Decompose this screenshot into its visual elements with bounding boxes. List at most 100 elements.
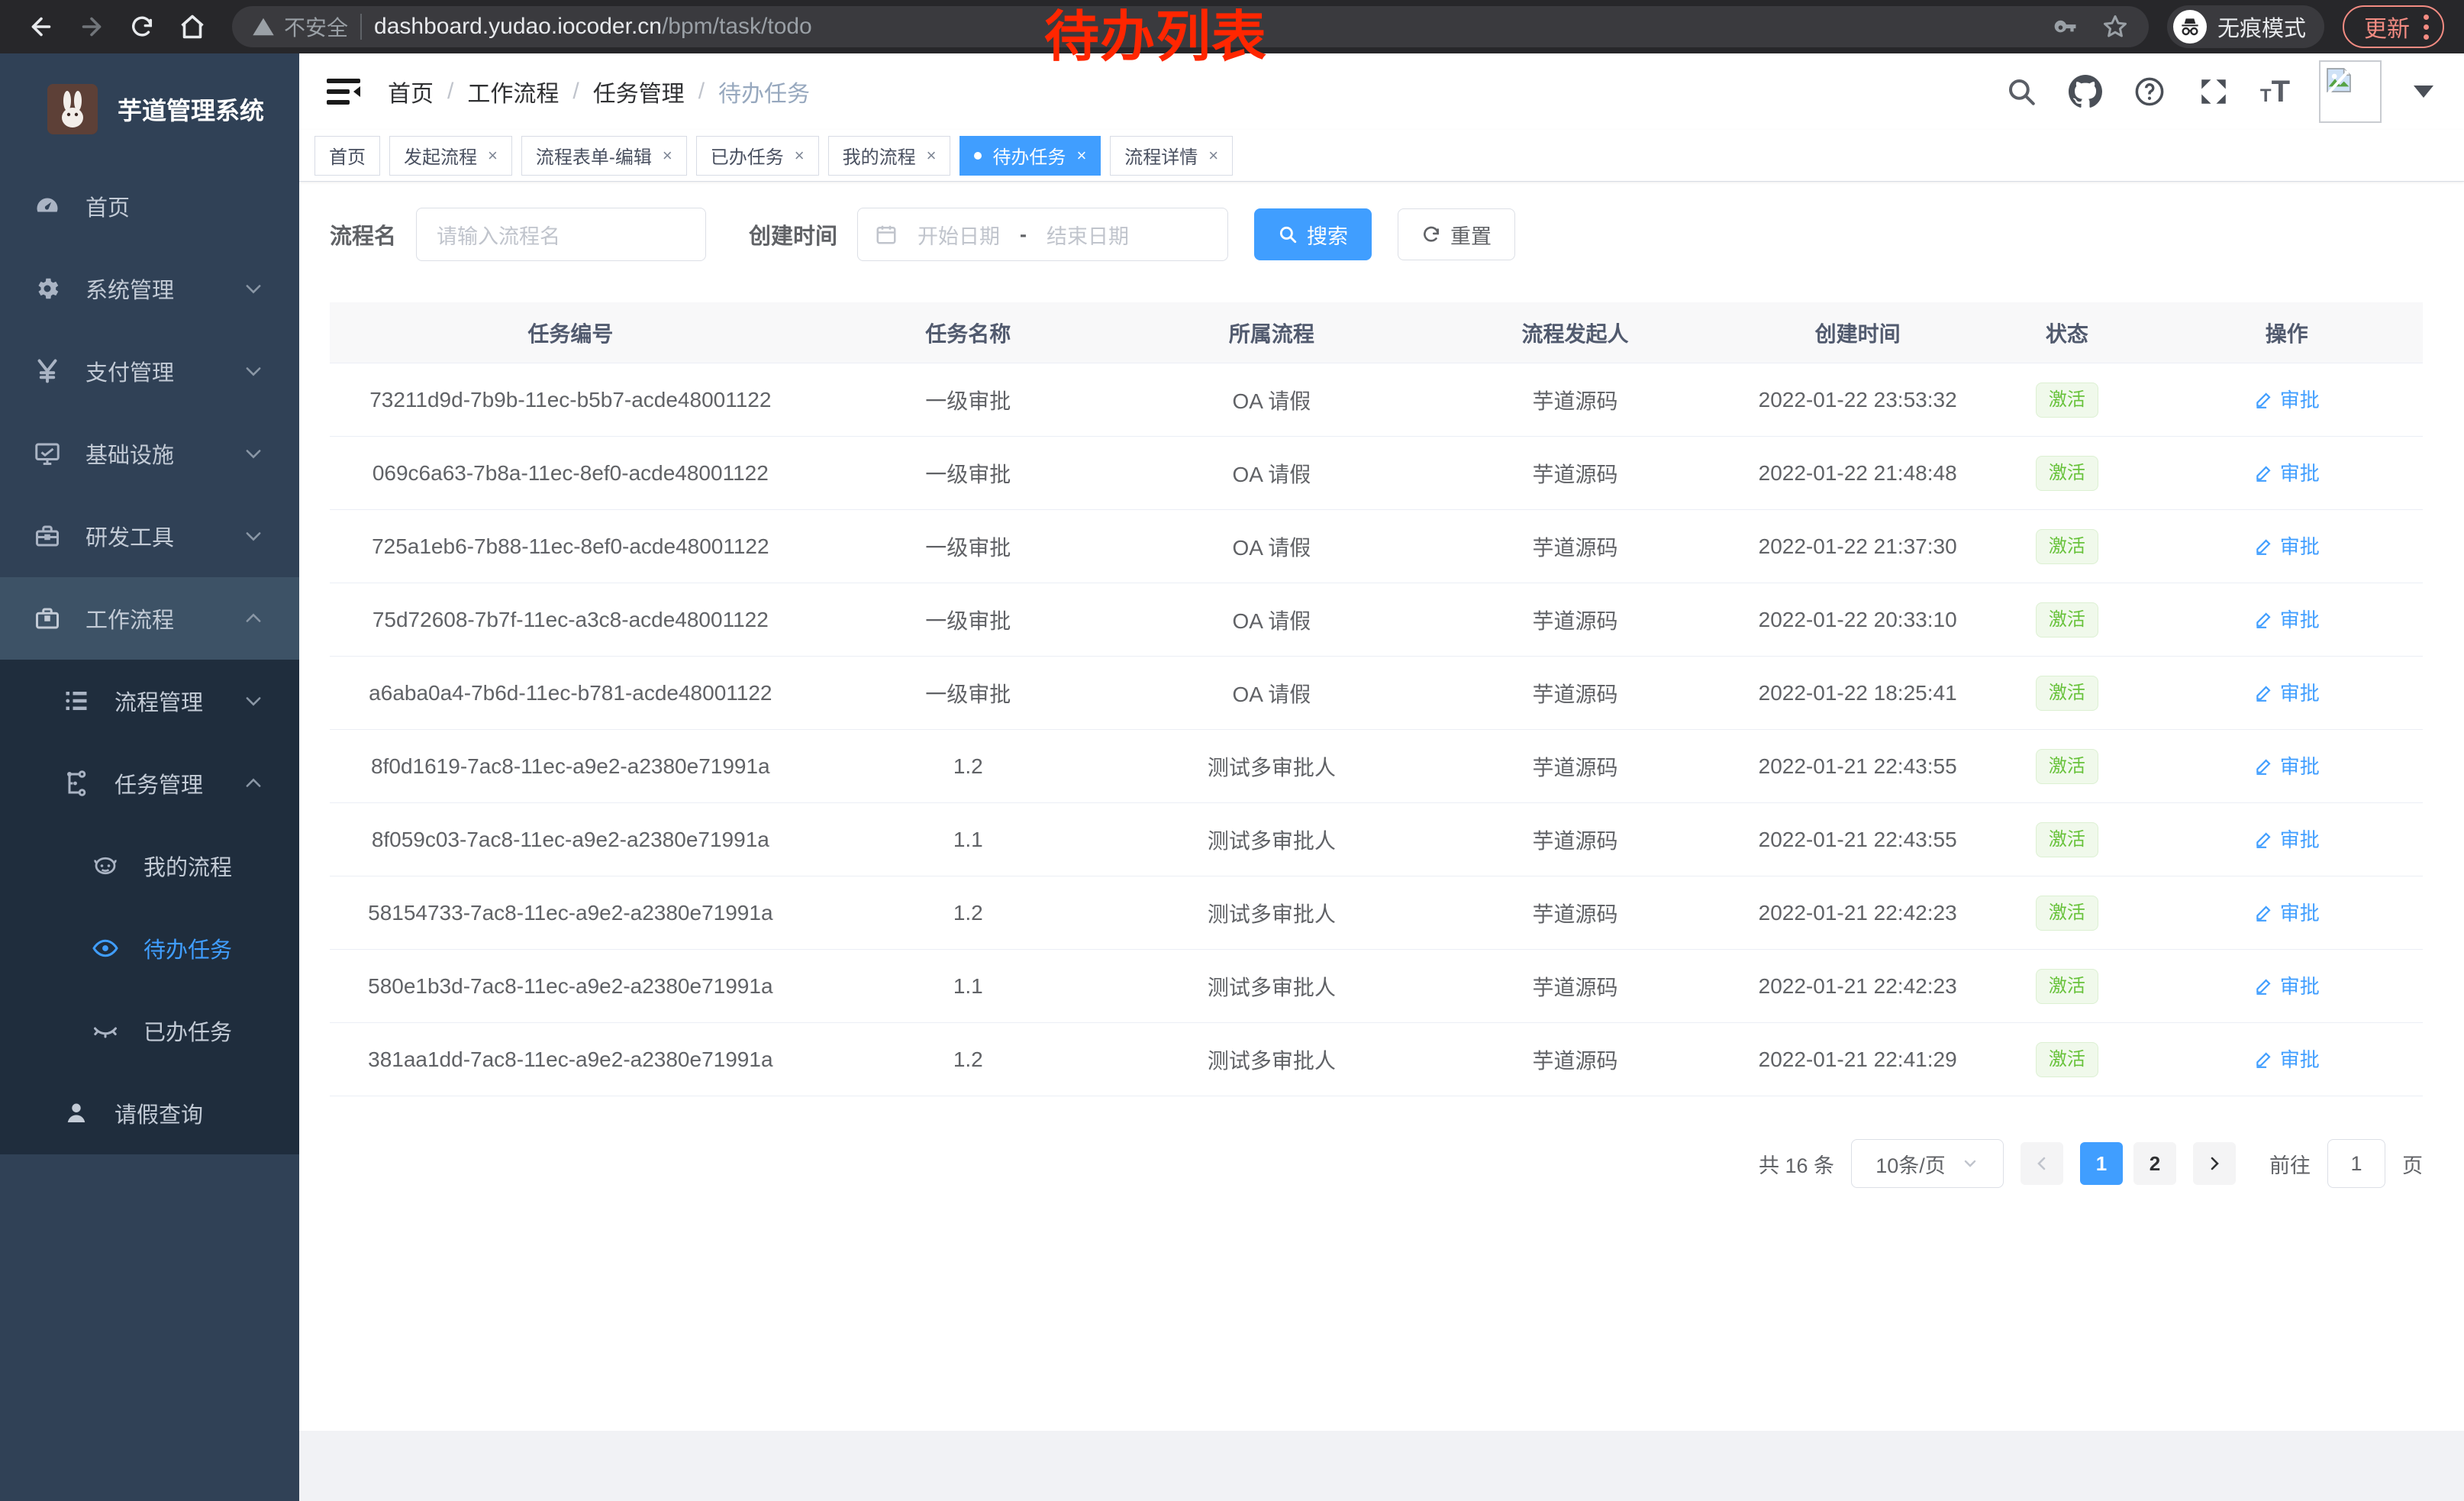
- page-button-2[interactable]: 2: [2133, 1142, 2176, 1185]
- approve-button[interactable]: 审批: [2254, 458, 2320, 486]
- goto-page-input[interactable]: 1: [2327, 1139, 2385, 1188]
- eye-closed-icon: [92, 1016, 119, 1045]
- cell-initiator: 芋道源码: [1418, 971, 1732, 1002]
- cell-task-name: 1.1: [811, 828, 1125, 852]
- key-icon[interactable]: [2053, 14, 2079, 40]
- close-icon[interactable]: ×: [795, 146, 805, 166]
- sidebar-item-3[interactable]: 支付管理: [0, 330, 299, 412]
- page-button-1[interactable]: 1: [2080, 1142, 2123, 1185]
- sidebar-item-10[interactable]: 待办任务: [0, 907, 299, 989]
- avatar-caret-icon[interactable]: [2414, 86, 2433, 98]
- sidebar-item-1[interactable]: 首页: [0, 165, 299, 247]
- approve-button[interactable]: 审批: [2254, 825, 2320, 853]
- sidebar-item-4[interactable]: 基础设施: [0, 412, 299, 495]
- top-header: 首页/工作流程/任务管理/待办任务 TT: [299, 53, 2464, 130]
- tab-7[interactable]: 流程详情×: [1110, 136, 1233, 176]
- security-indicator[interactable]: 不安全: [252, 11, 348, 42]
- tab-5[interactable]: 我的流程×: [828, 136, 951, 176]
- status-badge: 激活: [2036, 529, 2098, 564]
- cell-action: 审批: [2151, 971, 2423, 1001]
- tab-6[interactable]: 待办任务×: [959, 136, 1101, 176]
- prev-page-button[interactable]: [2021, 1142, 2063, 1185]
- table-row: 580e1b3d-7ac8-11ec-a9e2-a2380e71991a1.1测…: [330, 950, 2423, 1023]
- cell-task-id: 73211d9d-7b9b-11ec-b5b7-acde48001122: [330, 388, 811, 412]
- cell-task-name: 一级审批: [811, 605, 1125, 635]
- page-content: 流程名 请输入流程名 创建时间 开始日期 - 结束日期 搜索 重置: [299, 182, 2464, 1501]
- cell-action: 审批: [2151, 751, 2423, 781]
- sidebar-item-6[interactable]: 工作流程: [0, 577, 299, 660]
- reload-icon[interactable]: [121, 5, 163, 48]
- cell-status: 激活: [1983, 969, 2150, 1004]
- cell-status: 激活: [1983, 1042, 2150, 1077]
- sidebar-item-7[interactable]: 流程管理: [0, 660, 299, 742]
- search-button[interactable]: 搜索: [1254, 208, 1372, 260]
- github-icon[interactable]: [2068, 74, 2103, 109]
- next-page-button[interactable]: [2193, 1142, 2236, 1185]
- cell-task-id: 58154733-7ac8-11ec-a9e2-a2380e71991a: [330, 901, 811, 925]
- home-icon[interactable]: [171, 5, 214, 48]
- refresh-icon: [1421, 224, 1441, 244]
- table-row: 725a1eb6-7b88-11ec-8ef0-acde48001122一级审批…: [330, 510, 2423, 583]
- chevron-down-icon: [1961, 1154, 1979, 1173]
- close-icon[interactable]: ×: [1208, 146, 1218, 166]
- sidebar-item-12[interactable]: 请假查询: [0, 1072, 299, 1154]
- app-logo-row[interactable]: 芋道管理系统: [0, 53, 299, 165]
- close-icon[interactable]: ×: [927, 146, 937, 166]
- tab-4[interactable]: 已办任务×: [696, 136, 819, 176]
- approve-button[interactable]: 审批: [2254, 898, 2320, 926]
- sidebar-item-8[interactable]: 任务管理: [0, 742, 299, 825]
- back-icon[interactable]: [20, 5, 63, 48]
- sidebar-item-2[interactable]: 系统管理: [0, 247, 299, 330]
- column-header: 所属流程: [1125, 318, 1418, 348]
- approve-button[interactable]: 审批: [2254, 751, 2320, 780]
- tab-3[interactable]: 流程表单-编辑×: [521, 136, 687, 176]
- page-size-select[interactable]: 10条/页: [1851, 1139, 2004, 1188]
- chevron-down-icon: [243, 525, 264, 547]
- sidebar-item-5[interactable]: 研发工具: [0, 495, 299, 577]
- column-header: 操作: [2151, 318, 2423, 348]
- help-icon[interactable]: [2132, 74, 2167, 109]
- close-icon[interactable]: ×: [663, 146, 672, 166]
- sidebar-item-label: 任务管理: [114, 767, 203, 799]
- breadcrumb-item[interactable]: 工作流程: [467, 75, 559, 108]
- process-name-label: 流程名: [330, 218, 396, 250]
- approve-button[interactable]: 审批: [2254, 385, 2320, 413]
- approve-button[interactable]: 审批: [2254, 1044, 2320, 1073]
- sidebar-item-11[interactable]: 已办任务: [0, 989, 299, 1072]
- annotation-text: 待办列表: [1044, 8, 1267, 68]
- cell-task-id: 580e1b3d-7ac8-11ec-a9e2-a2380e71991a: [330, 974, 811, 999]
- fullscreen-icon[interactable]: [2196, 74, 2231, 109]
- breadcrumb-separator: /: [447, 79, 453, 105]
- browser-menu-icon[interactable]: [2424, 15, 2429, 40]
- close-icon[interactable]: ×: [1076, 146, 1086, 166]
- tab-2[interactable]: 发起流程×: [389, 136, 512, 176]
- status-badge: 激活: [2036, 969, 2098, 1004]
- hamburger-icon[interactable]: [327, 76, 360, 107]
- cell-initiator: 芋道源码: [1418, 678, 1732, 709]
- search-icon[interactable]: [2004, 74, 2039, 109]
- table-header-row: 任务编号任务名称所属流程流程发起人创建时间状态操作: [330, 302, 2423, 363]
- avatar[interactable]: [2319, 60, 2382, 123]
- bookmark-star-icon[interactable]: [2101, 13, 2129, 40]
- date-range-picker[interactable]: 开始日期 - 结束日期: [857, 208, 1228, 261]
- reset-button[interactable]: 重置: [1398, 208, 1515, 260]
- breadcrumb-item[interactable]: 首页: [388, 75, 434, 108]
- approve-button[interactable]: 审批: [2254, 678, 2320, 706]
- close-icon[interactable]: ×: [488, 146, 498, 166]
- tab-1[interactable]: 首页: [314, 136, 380, 176]
- approve-button[interactable]: 审批: [2254, 971, 2320, 999]
- process-name-input[interactable]: 请输入流程名: [416, 208, 706, 261]
- breadcrumb-item[interactable]: 任务管理: [593, 75, 685, 108]
- cell-process: OA 请假: [1125, 678, 1418, 709]
- forward-icon[interactable]: [70, 5, 113, 48]
- cell-created-at: 2022-01-22 21:37:30: [1732, 534, 1983, 559]
- monitor-icon: [34, 440, 61, 467]
- status-badge: 激活: [2036, 749, 2098, 784]
- sidebar-item-9[interactable]: 我的流程: [0, 825, 299, 907]
- font-size-icon[interactable]: TT: [2260, 75, 2290, 109]
- cell-status: 激活: [1983, 896, 2150, 931]
- approve-button[interactable]: 审批: [2254, 605, 2320, 633]
- approve-button[interactable]: 审批: [2254, 531, 2320, 560]
- cell-created-at: 2022-01-22 23:53:32: [1732, 388, 1983, 412]
- update-button[interactable]: 更新: [2343, 5, 2444, 48]
